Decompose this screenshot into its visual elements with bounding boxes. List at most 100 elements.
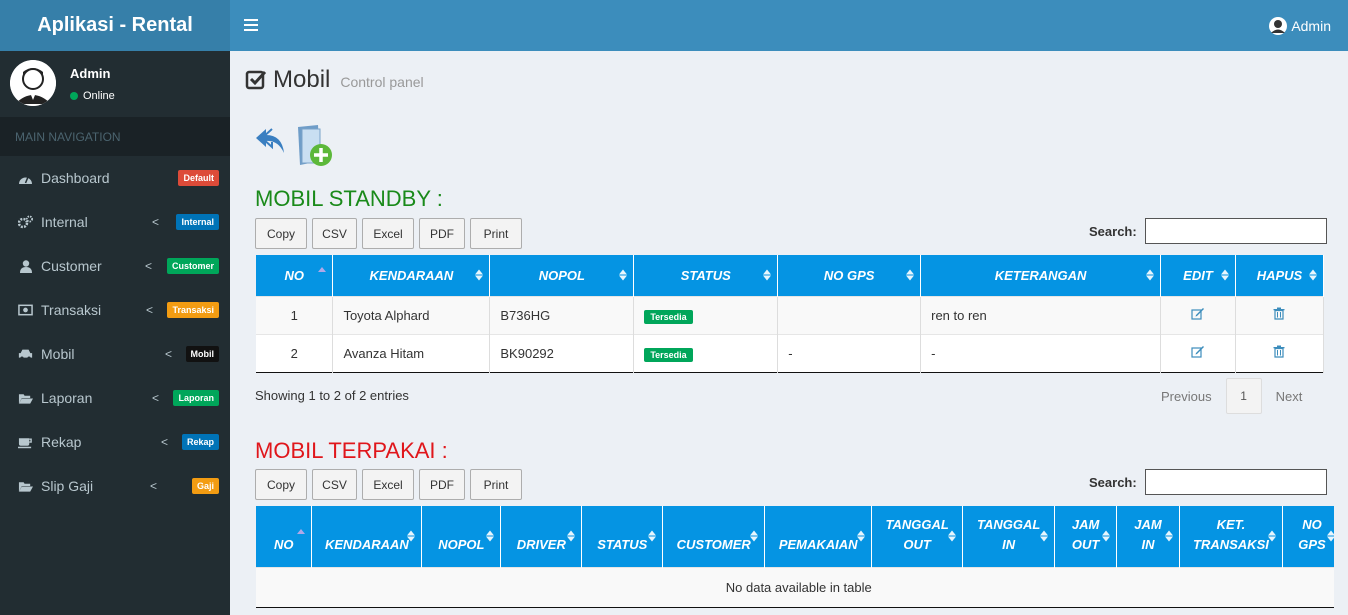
chevron-left-icon: < [145,259,153,273]
standby-pdf-button[interactable]: PDF [419,218,465,249]
column-header[interactable]: JAM IN [1116,506,1180,567]
table-row: 2 Avanza Hitam BK90292 Tersedia - - [256,333,1325,372]
sort-icon [1267,530,1276,542]
table-row: 1 Toyota Alphard B736HG Tersedia ren to … [256,295,1325,334]
column-header[interactable]: KETERANGAN [920,255,1161,296]
chevron-left-icon: < [146,303,154,317]
sidebar-badge: Rekap [181,434,219,450]
cell-no-gps: - [777,333,922,372]
column-header[interactable]: TANGGAL OUT [871,506,964,567]
standby-excel-button[interactable]: Excel [362,218,414,249]
sort-icon [1040,530,1049,542]
sort-icon [906,269,915,281]
standby-csv-button[interactable]: CSV [312,218,357,249]
column-header[interactable]: NO GPS [777,255,922,296]
sidebar-menu: Dashboard Default Internal < Internal Custome… [0,156,230,508]
folder-open-icon [18,391,33,405]
terpakai-search-input[interactable] [1144,469,1327,495]
column-header[interactable]: HAPUS [1235,255,1325,296]
column-header[interactable]: KET. TRANSAKSI [1179,506,1283,567]
page-1-button[interactable]: 1 [1225,378,1262,414]
app-logo[interactable]: Aplikasi - Rental [0,0,230,51]
trash-icon[interactable] [1273,307,1285,320]
sidebar-item-label: Customer [41,258,102,274]
column-header[interactable]: JAM OUT [1054,506,1118,567]
sidebar-item-label: Dashboard [41,170,110,186]
sort-icon [619,269,628,281]
page-header: Mobil Control panel [245,66,424,94]
chevron-left-icon: < [152,215,160,229]
edit-icon[interactable] [1191,307,1205,320]
standby-print-button[interactable]: Print [470,218,522,249]
sidebar-item-rekap[interactable]: Rekap < Rekap [0,420,230,464]
terpakai-pdf-button[interactable]: PDF [419,469,465,500]
trash-icon[interactable] [1273,345,1285,358]
terpakai-excel-button[interactable]: Excel [362,469,414,500]
main-content: Mobil Control panel MOBIL STANDBY : Copy… [230,51,1348,615]
sidebar-item-dashboard[interactable]: Dashboard Default [0,156,230,200]
sidebar-item-slip-gaji[interactable]: Slip Gaji < Gaji [0,464,230,508]
terpakai-table: NO KENDARAAN NOPOL DRIVER STATUS CUSTOMER PEMA… [256,506,1334,608]
column-header[interactable]: NO [256,506,313,567]
terpakai-heading: MOBIL TERPAKAI : [255,438,448,463]
next-page-button[interactable]: Next [1276,389,1303,404]
table-row: No data available in table [256,566,1334,607]
column-header[interactable]: NOPOL [421,506,502,567]
add-car-icon[interactable] [294,123,336,169]
sidebar-item-internal[interactable]: Internal < Internal [0,200,230,244]
standby-search-input[interactable] [1144,218,1327,244]
edit-icon[interactable] [1191,345,1205,358]
column-header[interactable]: KENDARAAN [332,255,491,296]
cell-edit [1160,295,1236,334]
sidebar-item-label: Rekap [41,434,82,450]
sort-icon [750,530,759,542]
column-header[interactable]: STATUS [581,506,664,567]
user-name: Admin [70,66,111,81]
sort-icon [948,530,957,542]
column-header[interactable]: NO [256,255,334,296]
terpakai-table-wrapper: NO KENDARAAN NOPOL DRIVER STATUS CUSTOMER PEMA… [256,506,1334,610]
sort-icon [1327,530,1334,542]
terpakai-csv-button[interactable]: CSV [312,469,357,500]
sidebar-badge: Laporan [173,390,219,406]
sidebar-item-transaksi[interactable]: Transaksi < Transaksi [0,288,230,332]
sort-icon [1145,269,1154,281]
sort-icon [763,269,772,281]
terpakai-print-button[interactable]: Print [470,469,522,500]
column-header[interactable]: CUSTOMER [662,506,766,567]
sidebar-badge: Customer [166,258,219,274]
terpakai-copy-button[interactable]: Copy [255,469,307,500]
sort-icon [567,530,576,542]
folder-open-icon [18,479,33,493]
cell-hapus [1235,295,1325,334]
sidebar-toggle-icon[interactable] [244,15,258,35]
column-header[interactable]: KENDARAAN [311,506,423,567]
page-subtitle: Control panel [340,74,424,90]
standby-heading: MOBIL STANDBY : [255,186,443,211]
column-header[interactable]: STATUS [633,255,779,296]
column-header[interactable]: EDIT [1160,255,1236,296]
column-header[interactable]: PEMAKAIAN [764,506,873,567]
terpakai-search-label: Search: [1089,474,1137,490]
user-status: Online [70,90,115,102]
previous-page-button[interactable]: Previous [1161,389,1212,404]
money-icon [18,303,33,317]
sidebar-item-mobil[interactable]: Mobil < Mobil [0,332,230,376]
standby-pagination: Previous 1 Next [1161,378,1302,414]
back-icon[interactable] [254,127,288,157]
cell-status: Tersedia [633,333,779,372]
sidebar-badge: Transaksi [167,302,219,318]
column-header[interactable]: NOPOL [489,255,635,296]
sort-icon [1102,530,1111,542]
chevron-left-icon: < [161,435,169,449]
user-status-label: Online [83,90,115,102]
sidebar-item-laporan[interactable]: Laporan < Laporan [0,376,230,420]
sidebar-item-customer[interactable]: Customer < Customer [0,244,230,288]
navbar-user-menu[interactable]: Admin [1269,17,1331,35]
column-header[interactable]: NO GPS [1282,506,1334,567]
sidebar-item-label: Transaksi [41,302,102,318]
column-header[interactable]: DRIVER [500,506,583,567]
standby-copy-button[interactable]: Copy [255,218,307,249]
column-header[interactable]: TANGGAL IN [962,506,1056,567]
cell-no: 2 [256,333,334,372]
